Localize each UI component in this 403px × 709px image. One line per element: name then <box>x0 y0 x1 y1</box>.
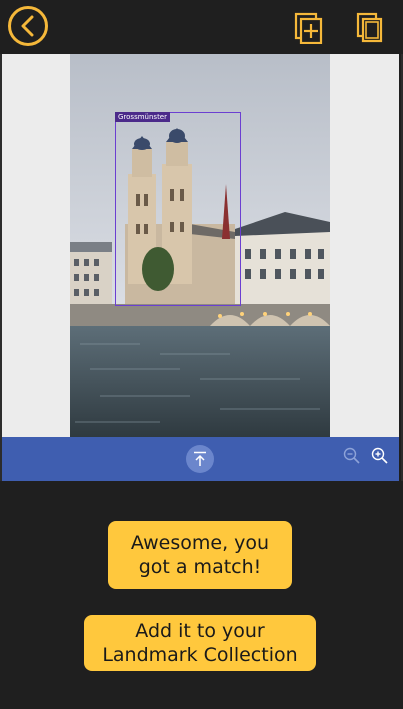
zoom-out-icon <box>343 447 360 464</box>
viewer-toolbar <box>2 437 399 481</box>
detection-label: Grossmünster <box>115 112 170 122</box>
copy-collection-icon <box>356 12 383 43</box>
zoom-in-icon <box>371 447 388 464</box>
add-to-collection-button[interactable]: Add it to your Landmark Collection <box>84 615 316 671</box>
upload-icon <box>194 451 206 466</box>
zoom-out-button[interactable] <box>343 447 361 465</box>
match-message: Awesome, you got a match! <box>108 521 292 589</box>
add-image-icon <box>294 12 323 45</box>
add-image-button[interactable] <box>294 12 324 45</box>
detection-box: Grossmünster <box>115 112 241 306</box>
image-viewer: Grossmünster <box>2 54 399 437</box>
landmark-photo: Grossmünster <box>70 54 330 437</box>
result-panel: Awesome, you got a match! Add it to your… <box>0 481 403 709</box>
back-arrow-icon <box>21 15 34 37</box>
back-button[interactable] <box>8 6 48 46</box>
upload-button[interactable] <box>186 445 214 473</box>
top-bar <box>0 0 403 54</box>
collection-button[interactable] <box>356 12 386 44</box>
zoom-in-button[interactable] <box>371 447 389 465</box>
